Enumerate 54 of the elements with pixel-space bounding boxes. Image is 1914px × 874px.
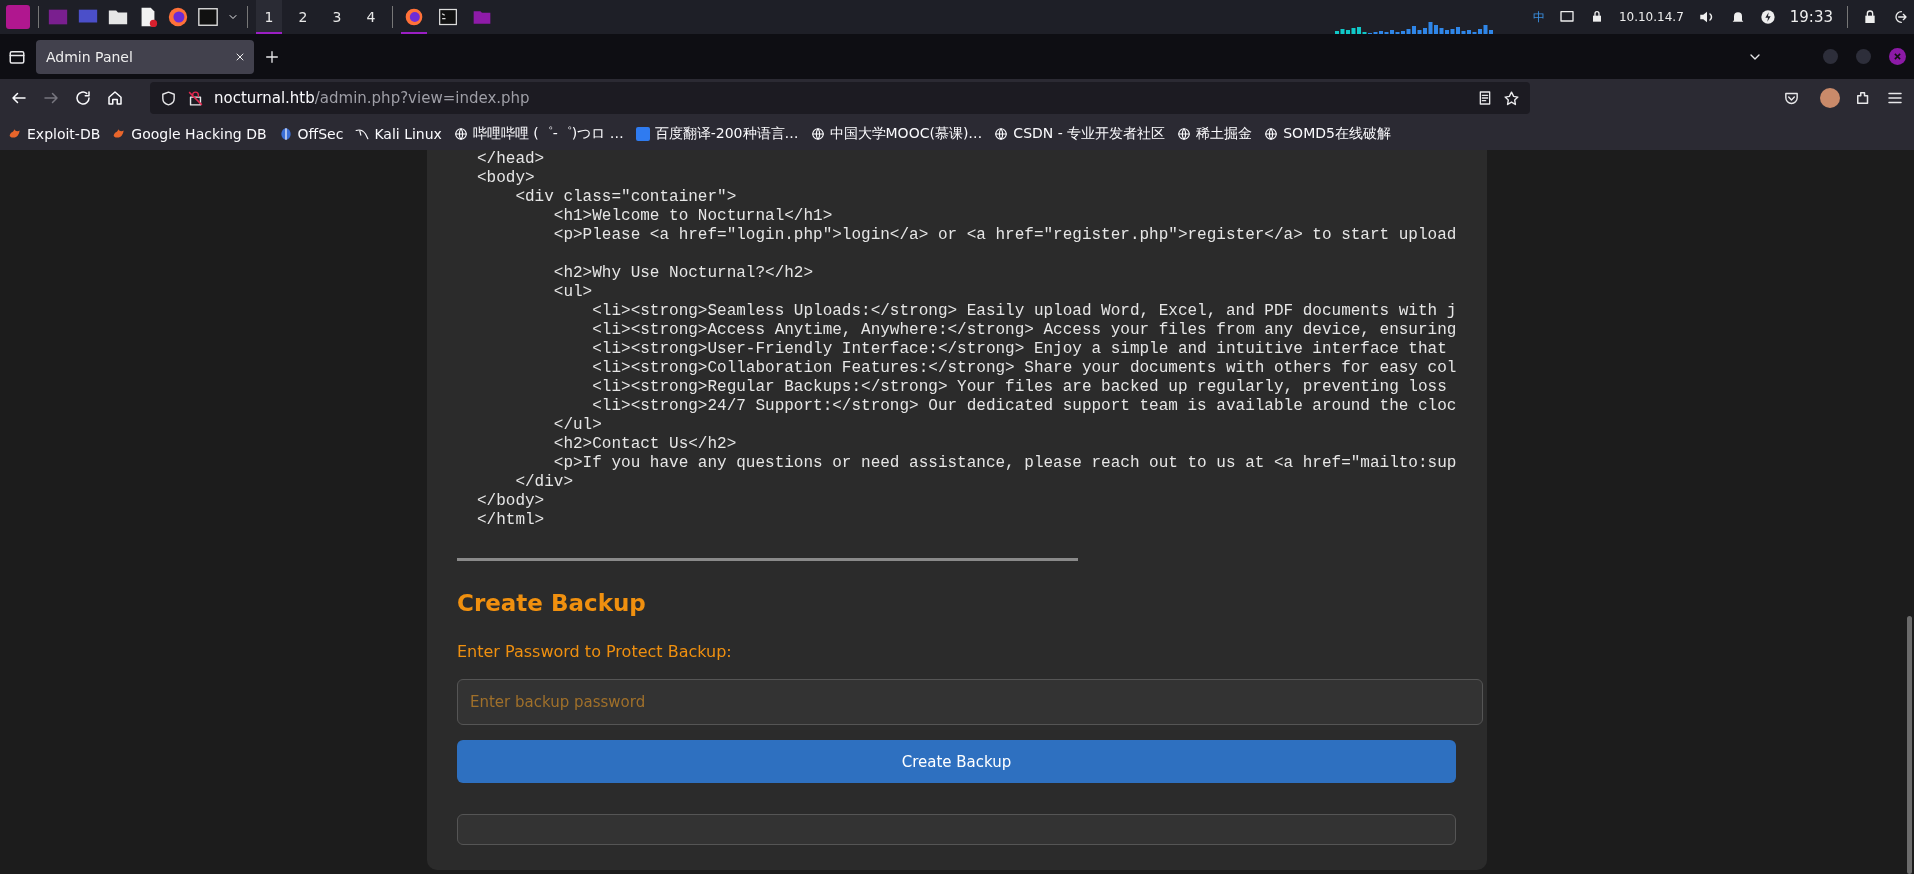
workspace-button[interactable]: 1 xyxy=(256,0,282,34)
lock-icon xyxy=(1862,9,1878,25)
bookmark-link[interactable]: CSDN - 专业开发者社区 xyxy=(994,124,1166,143)
globe-icon xyxy=(1177,126,1192,141)
new-tab-icon xyxy=(264,48,280,65)
globe-icon xyxy=(453,126,468,141)
account-avatar[interactable] xyxy=(1820,88,1840,108)
insecure-lock-icon xyxy=(187,89,204,107)
bookmark-link[interactable]: OffSec xyxy=(278,125,344,142)
bookmark-link[interactable]: Exploit-DB xyxy=(8,125,101,142)
offsec-logo-icon xyxy=(278,126,293,141)
bookmark-link[interactable]: Kali Linux xyxy=(355,125,442,142)
password-label: Enter Password to Protect Backup: xyxy=(457,642,733,662)
bookmark-link[interactable]: 哔哩哔哩 (゜-゜)つロ … xyxy=(453,124,624,143)
terminal-icon xyxy=(438,7,458,27)
bookmark-link[interactable]: 稀土掘金 xyxy=(1177,124,1253,143)
reader-view-icon xyxy=(1477,90,1493,106)
scrollbar-thumb[interactable] xyxy=(1907,616,1912,874)
translate-icon xyxy=(635,126,650,141)
power-manager-icon xyxy=(1759,9,1776,25)
url-text: nocturnal.htb/admin.php?view=index.php xyxy=(214,89,530,107)
bookmark-link[interactable]: 中国大学MOOC(慕课)… xyxy=(810,124,983,143)
workspace-button[interactable]: 2 xyxy=(290,0,316,34)
home-button[interactable] xyxy=(106,89,124,107)
bookmark-link[interactable]: Google Hacking DB xyxy=(112,125,267,142)
close-button[interactable] xyxy=(1889,48,1906,65)
terminal-icon xyxy=(197,6,219,28)
backup-password-field[interactable]: Enter backup password xyxy=(457,679,1483,725)
browser-icon xyxy=(404,7,424,27)
address-bar[interactable]: nocturnal.htb/admin.php?view=index.php xyxy=(150,82,1530,114)
source-code: </head> <body> <div class="container"> <h1>Welcome to Nocturnal</h1> <p>Please <a href="login.php">login</a> or <a href="register.php">register</a> to start upload <h2>Why Use Nocturnal?</h2> <ul> <li><strong>Seamless Uploads:</strong> Easily upload Word, Excel, and PDF documents with j <li><strong>Access Anytime, Anywhere:</strong> Access your files from any device, ensuring <li><strong>User-Friendly Interface:</strong> Enjoy a simple and intuitive interface that <li><strong>Collaboration Features:</strong> Share your documents with others for easy col <li><strong>Regular Backups:</strong> Your files are backed up regularly, preventing loss <li><strong>24/7 Support:</strong> Our dedicated support team is available around the cloc </ul> <h2>Contact Us</h2> <p>If you have any questions or need assistance, please reach out to us at <a href="mailto:sup </div> </body> </html> xyxy=(477,150,1456,530)
display-icon xyxy=(1558,9,1575,25)
create-backup-button[interactable]: Create Backup xyxy=(457,740,1456,783)
shield-icon xyxy=(160,89,177,107)
globe-icon xyxy=(1264,126,1279,141)
reload-button[interactable] xyxy=(74,89,92,107)
globe-icon xyxy=(994,126,1009,141)
logout-icon xyxy=(1892,9,1908,25)
star-icon xyxy=(1503,89,1520,107)
flame-icon xyxy=(8,126,22,141)
close-icon xyxy=(1893,52,1902,61)
section-heading: Create Backup xyxy=(457,589,647,618)
input-method-indicator[interactable]: 中 xyxy=(1532,8,1545,26)
reload-icon xyxy=(74,89,92,107)
browser-tab[interactable]: Admin Panel xyxy=(36,39,254,74)
ip-address: 10.10.14.7 xyxy=(1618,10,1684,24)
workspace-button[interactable]: 4 xyxy=(358,0,384,34)
bookmark-link[interactable]: 百度翻译-200种语言… xyxy=(635,124,799,143)
browser-icon xyxy=(167,6,189,28)
globe-icon xyxy=(810,126,825,141)
workspace-button[interactable]: 3 xyxy=(324,0,350,34)
clock[interactable]: 19:33 xyxy=(1789,8,1833,26)
home-icon xyxy=(106,89,124,107)
bookmark-link[interactable]: SOMD5在线破解 xyxy=(1264,124,1391,143)
